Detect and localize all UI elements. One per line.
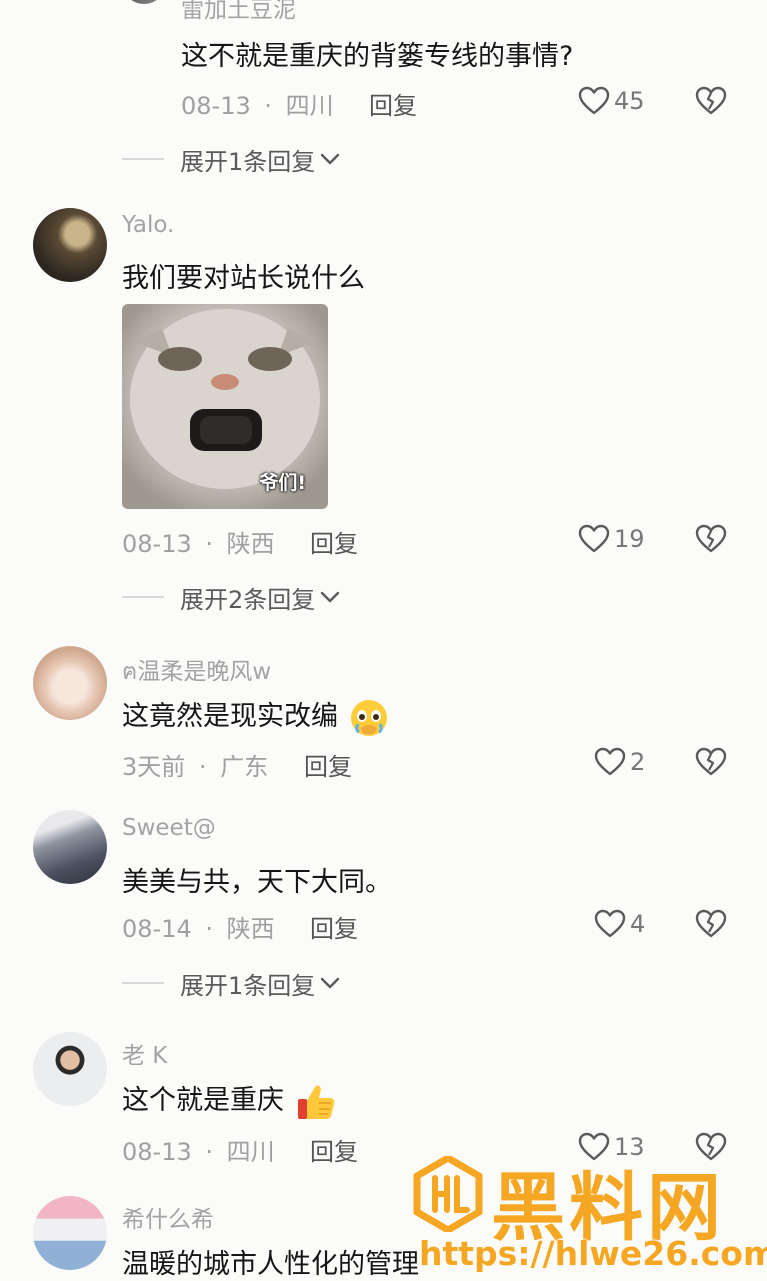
comment-text: 这个就是重庆: [122, 1078, 337, 1123]
avatar[interactable]: [33, 208, 107, 282]
chevron-down-icon: [321, 977, 340, 989]
expand-replies-button[interactable]: 展开2条回复: [122, 582, 341, 614]
reply-button[interactable]: 回复: [310, 909, 358, 944]
comment-location: 四川: [285, 92, 334, 120]
comment-meta: 08-13 · 四川: [181, 86, 334, 121]
comment-location: 广东: [220, 753, 269, 781]
watermark-logo-icon: [413, 1156, 483, 1232]
comment-meta: 08-13 · 陕西: [122, 524, 275, 559]
comment-meta: 08-14 · 陕西: [122, 909, 275, 944]
meta-separator: ·: [198, 753, 207, 781]
comment-text: 美美与共，天下大同。: [122, 867, 392, 898]
comment-date: 08-14: [122, 915, 192, 943]
expand-replies-button[interactable]: 展开1条回复: [122, 968, 341, 1000]
comment-username[interactable]: 希什么希: [122, 1200, 214, 1234]
comment-meta: 3天前 · 广东: [122, 747, 268, 782]
broken-heart-icon[interactable]: [695, 86, 727, 116]
like-count: 4: [630, 910, 646, 938]
comment-image[interactable]: 爷们!: [122, 304, 328, 509]
like-button[interactable]: 19: [578, 521, 645, 557]
broken-heart-icon[interactable]: [695, 747, 727, 777]
watermark-url: https://hlwe26.com: [419, 1234, 767, 1273]
like-button[interactable]: 2: [594, 744, 645, 780]
like-button[interactable]: 45: [578, 83, 645, 119]
meta-separator: ·: [264, 92, 273, 120]
thumbs-up-emoji-icon: [297, 1084, 334, 1119]
comment-username[interactable]: 雷加土豆泥: [181, 0, 296, 24]
expand-label: 展开1条回复: [180, 971, 316, 1000]
comment-username[interactable]: ฅ温柔是晚风w: [122, 652, 271, 690]
broken-heart-icon[interactable]: [695, 524, 727, 554]
like-count: 2: [630, 748, 646, 776]
heart-outline-icon: [578, 524, 610, 553]
divider: [122, 982, 164, 984]
meta-separator: ·: [205, 530, 214, 558]
heart-outline-icon: [594, 909, 626, 938]
reply-button[interactable]: 回复: [310, 1132, 358, 1167]
comment-username[interactable]: Yalo.: [122, 212, 174, 238]
expand-label: 展开1条回复: [180, 147, 316, 176]
reply-button[interactable]: 回复: [304, 747, 352, 782]
comment-text-content: 这个就是重庆: [122, 1085, 284, 1116]
divider: [122, 158, 164, 160]
crying-face-emoji-icon: [350, 699, 387, 736]
chevron-down-icon: [321, 153, 340, 165]
like-count: 45: [614, 87, 645, 115]
comment-meta: 08-13 · 四川: [122, 1132, 275, 1167]
expand-replies-button[interactable]: 展开1条回复: [122, 144, 341, 176]
broken-heart-icon[interactable]: [695, 909, 727, 939]
comment-username[interactable]: 老 K: [122, 1036, 167, 1070]
heart-outline-icon: [594, 747, 626, 776]
avatar[interactable]: [33, 1032, 107, 1106]
comment-text: 这不就是重庆的背篓专线的事情?: [181, 41, 574, 72]
comment-location: 陕西: [226, 915, 275, 943]
chevron-down-icon: [321, 591, 340, 603]
reply-button[interactable]: 回复: [310, 524, 358, 559]
comment-date: 3天前: [122, 753, 186, 781]
comment-text: 这竟然是现实改编: [122, 694, 389, 738]
comment-location: 四川: [226, 1138, 275, 1166]
image-caption: 爷们!: [259, 472, 306, 494]
comment-text: 温暖的城市人性化的管理: [122, 1249, 419, 1280]
comment-text-content: 这竟然是现实改编: [122, 701, 338, 732]
comment-date: 08-13: [122, 530, 192, 558]
avatar[interactable]: [122, 0, 166, 4]
comment-text: 我们要对站长说什么: [122, 263, 365, 294]
heart-outline-icon: [578, 86, 610, 115]
avatar[interactable]: [33, 810, 107, 884]
avatar[interactable]: [33, 1196, 107, 1270]
comment-username[interactable]: Sweet@: [122, 815, 216, 841]
like-count: 19: [614, 525, 645, 553]
like-button[interactable]: 4: [594, 906, 645, 942]
comment-location: 陕西: [226, 530, 275, 558]
watermark: 黑料网 https://hlwe26.com: [413, 1152, 767, 1280]
comment-date: 08-13: [122, 1138, 192, 1166]
reply-button[interactable]: 回复: [369, 86, 417, 121]
avatar[interactable]: [33, 646, 107, 720]
expand-label: 展开2条回复: [180, 585, 316, 614]
meta-separator: ·: [205, 915, 214, 943]
comment-date: 08-13: [181, 92, 251, 120]
divider: [122, 596, 164, 598]
meta-separator: ·: [205, 1138, 214, 1166]
